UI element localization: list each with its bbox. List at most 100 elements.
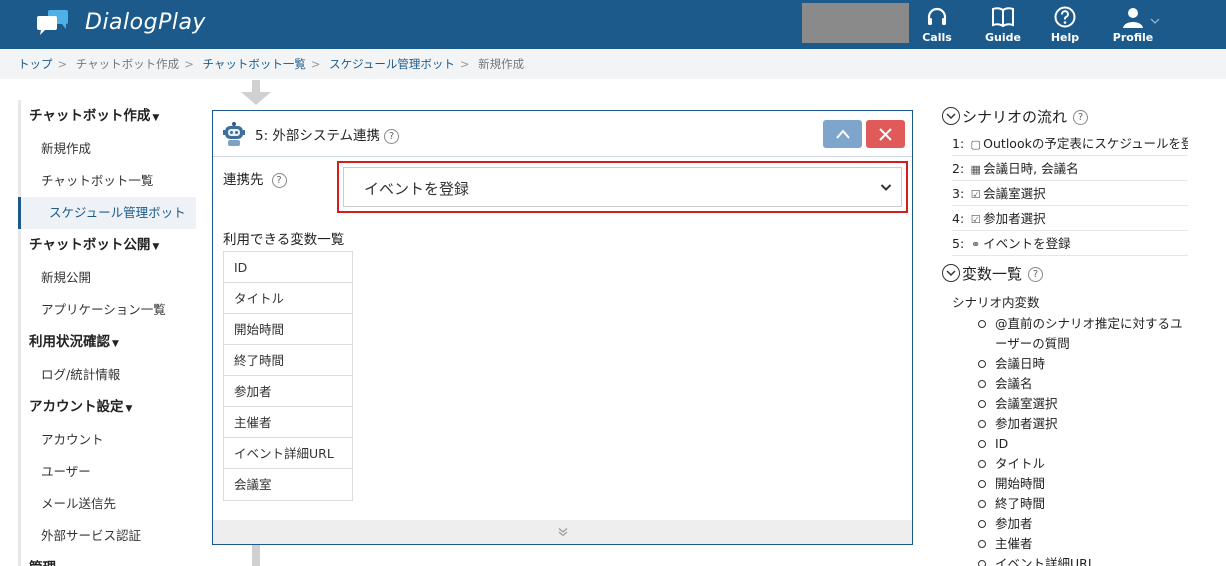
sidebar-item-chatbot-list[interactable]: チャットボット一覧 [21,165,196,197]
top-header: DialogPlay Calls Guide Help Profile [0,0,1226,49]
breadcrumb-chatbot-create: チャットボット作成 [75,57,180,71]
step-panel: 5: 外部システム連携? 連携先? イベントを登録 利用できる変数一覧 ID タ… [212,110,913,545]
sidebar-item-new[interactable]: 新規作成 [21,133,196,165]
flow-connector [252,545,260,566]
headset-icon [927,7,947,25]
sidebar-head-account[interactable]: アカウント設定 ▼ [21,391,196,424]
nav-help-label: Help [1050,31,1080,44]
nav-guide-label: Guide [985,31,1021,44]
collapse-button[interactable] [823,120,862,148]
logo-icon[interactable] [36,10,70,36]
sidebar-head-admin[interactable]: 管理▼ [21,552,196,566]
caret-down-icon: ▼ [112,339,119,349]
breadcrumb-current: 新規作成 [478,57,525,71]
brand-name[interactable]: DialogPlay [85,10,206,35]
scenario-vars-list: @直前のシナリオ推定に対するユーザーの質問 会議日時 会議名 会議室選択 参加者… [978,314,1188,566]
nav-calls-label: Calls [922,31,952,44]
var-item[interactable]: 主催者 [224,407,352,438]
var-item[interactable]: 開始時間 [224,314,352,345]
sidebar-section-account: アカウント設定 ▼ アカウント ユーザー メール送信先 外部サービス認証 [18,391,196,552]
list-item: 主催者 [978,534,1188,554]
flow-item[interactable]: 5: ⚭ イベントを登録 [952,231,1188,256]
breadcrumb-top[interactable]: トップ [18,57,53,71]
sidebar-item-mail[interactable]: メール送信先 [21,488,196,520]
nav-guide[interactable]: Guide [973,6,1033,44]
help-icon[interactable]: ? [1073,110,1089,125]
panel-header: 5: 外部システム連携? [213,111,912,157]
sidebar-item-new-publish[interactable]: 新規公開 [21,262,196,294]
var-item[interactable]: 終了時間 [224,345,352,376]
flow-item[interactable]: 2: ▦ 会議日時, 会議名 [952,156,1188,181]
integration-select[interactable]: イベントを登録 [343,167,902,207]
nav-help[interactable]: Help [1035,6,1095,44]
nav-calls[interactable]: Calls [907,6,967,44]
caret-down-icon: ▼ [125,404,133,414]
chevron-down-icon [942,263,960,282]
sidebar-item-schedule-bot[interactable]: スケジュール管理ボット [18,197,196,229]
breadcrumb-chatbot-list[interactable]: チャットボット一覧 [202,57,305,71]
list-item: イベント詳細URL [978,554,1188,566]
help-circle-icon [1054,6,1076,28]
sidebar-item-external-auth[interactable]: 外部サービス認証 [21,520,196,552]
nav-profile-label: Profile [1112,31,1154,44]
flow-item[interactable]: 3: ☑ 会議室選択 [952,181,1188,206]
redacted-box [802,3,909,43]
variables-header[interactable]: 変数一覧? [942,260,1222,288]
sidebar-item-users[interactable]: ユーザー [21,456,196,488]
chat-icon: ▢ [970,138,981,151]
list-item: ID [978,434,1188,454]
var-item[interactable]: 会議室 [224,469,352,500]
caret-down-icon: ▼ [152,113,160,123]
select-icon: ☑ [970,213,981,226]
sidebar-item-app-list[interactable]: アプリケーション一覧 [21,294,196,326]
breadcrumb-schedule-bot[interactable]: スケジュール管理ボット [329,57,455,71]
close-button[interactable] [866,120,905,148]
integration-select-value: イベントを登録 [364,180,470,198]
double-chevron-down-icon [558,528,568,537]
var-item[interactable]: ID [224,252,352,283]
sidebar-item-logs[interactable]: ログ/統計情報 [21,359,196,391]
list-item: 会議室選択 [978,394,1188,414]
sidebar-head-chatbot-publish[interactable]: チャットボット公開 ▼ [21,229,196,262]
help-icon[interactable]: ? [1028,267,1044,282]
scenario-vars-label: シナリオ内変数 [952,295,1040,310]
breadcrumb: トップ > チャットボット作成 > チャットボット一覧 > スケジュール管理ボット > … [0,49,1226,79]
sidebar: チャットボット作成 ▼ 新規作成 チャットボット一覧 スケジュール管理ボット チャ… [18,100,196,566]
list-item: 参加者 [978,514,1188,534]
sidebar-item-account[interactable]: アカウント [21,424,196,456]
flow-arrow-down-icon [241,80,271,105]
list-item: @直前のシナリオ推定に対するユーザーの質問 [978,314,1188,354]
panel-expand-bar[interactable] [213,520,912,544]
var-item[interactable]: イベント詳細URL [224,438,352,469]
sidebar-head-usage[interactable]: 利用状況確認 ▼ [21,326,196,359]
chevron-down-icon [880,184,892,191]
nav-profile[interactable]: Profile [1103,6,1163,44]
panel-title: 5: 外部システム連携? [255,124,400,144]
close-icon [879,128,892,141]
flow-item[interactable]: 4: ☑ 参加者選択 [952,206,1188,231]
sidebar-section-admin: 管理▼ [18,552,196,566]
calendar-icon: ▦ [970,163,981,176]
chevron-down-icon[interactable] [1150,17,1160,25]
scenario-flow-list: 1: ▢ Outlookの予定表にスケジュールを登録 2: ▦ 会議日時, 会議名 … [952,131,1188,256]
scenario-flow-header[interactable]: シナリオの流れ? [942,103,1222,131]
var-item[interactable]: タイトル [224,283,352,314]
flow-item[interactable]: 1: ▢ Outlookの予定表にスケジュールを登録 [952,131,1188,156]
sidebar-head-chatbot-create[interactable]: チャットボット作成 ▼ [21,100,196,133]
help-icon[interactable]: ? [271,172,287,188]
list-item: 開始時間 [978,474,1188,494]
highlight-frame: イベントを登録 [337,161,908,213]
help-icon[interactable]: ? [384,128,400,144]
list-item: 会議名 [978,374,1188,394]
sidebar-section-usage: 利用状況確認 ▼ ログ/統計情報 [18,326,196,391]
link-icon: ⚭ [971,238,981,251]
sidebar-section-chatbot-publish: チャットボット公開 ▼ 新規公開 アプリケーション一覧 [18,229,196,326]
var-item[interactable]: 参加者 [224,376,352,407]
book-icon [992,7,1014,28]
user-icon [1123,8,1143,28]
list-item: タイトル [978,454,1188,474]
sidebar-section-chatbot-create: チャットボット作成 ▼ 新規作成 チャットボット一覧 スケジュール管理ボット [18,100,196,229]
chevron-down-icon [942,106,960,125]
list-item: 参加者選択 [978,414,1188,434]
integration-label: 連携先? [223,168,287,188]
